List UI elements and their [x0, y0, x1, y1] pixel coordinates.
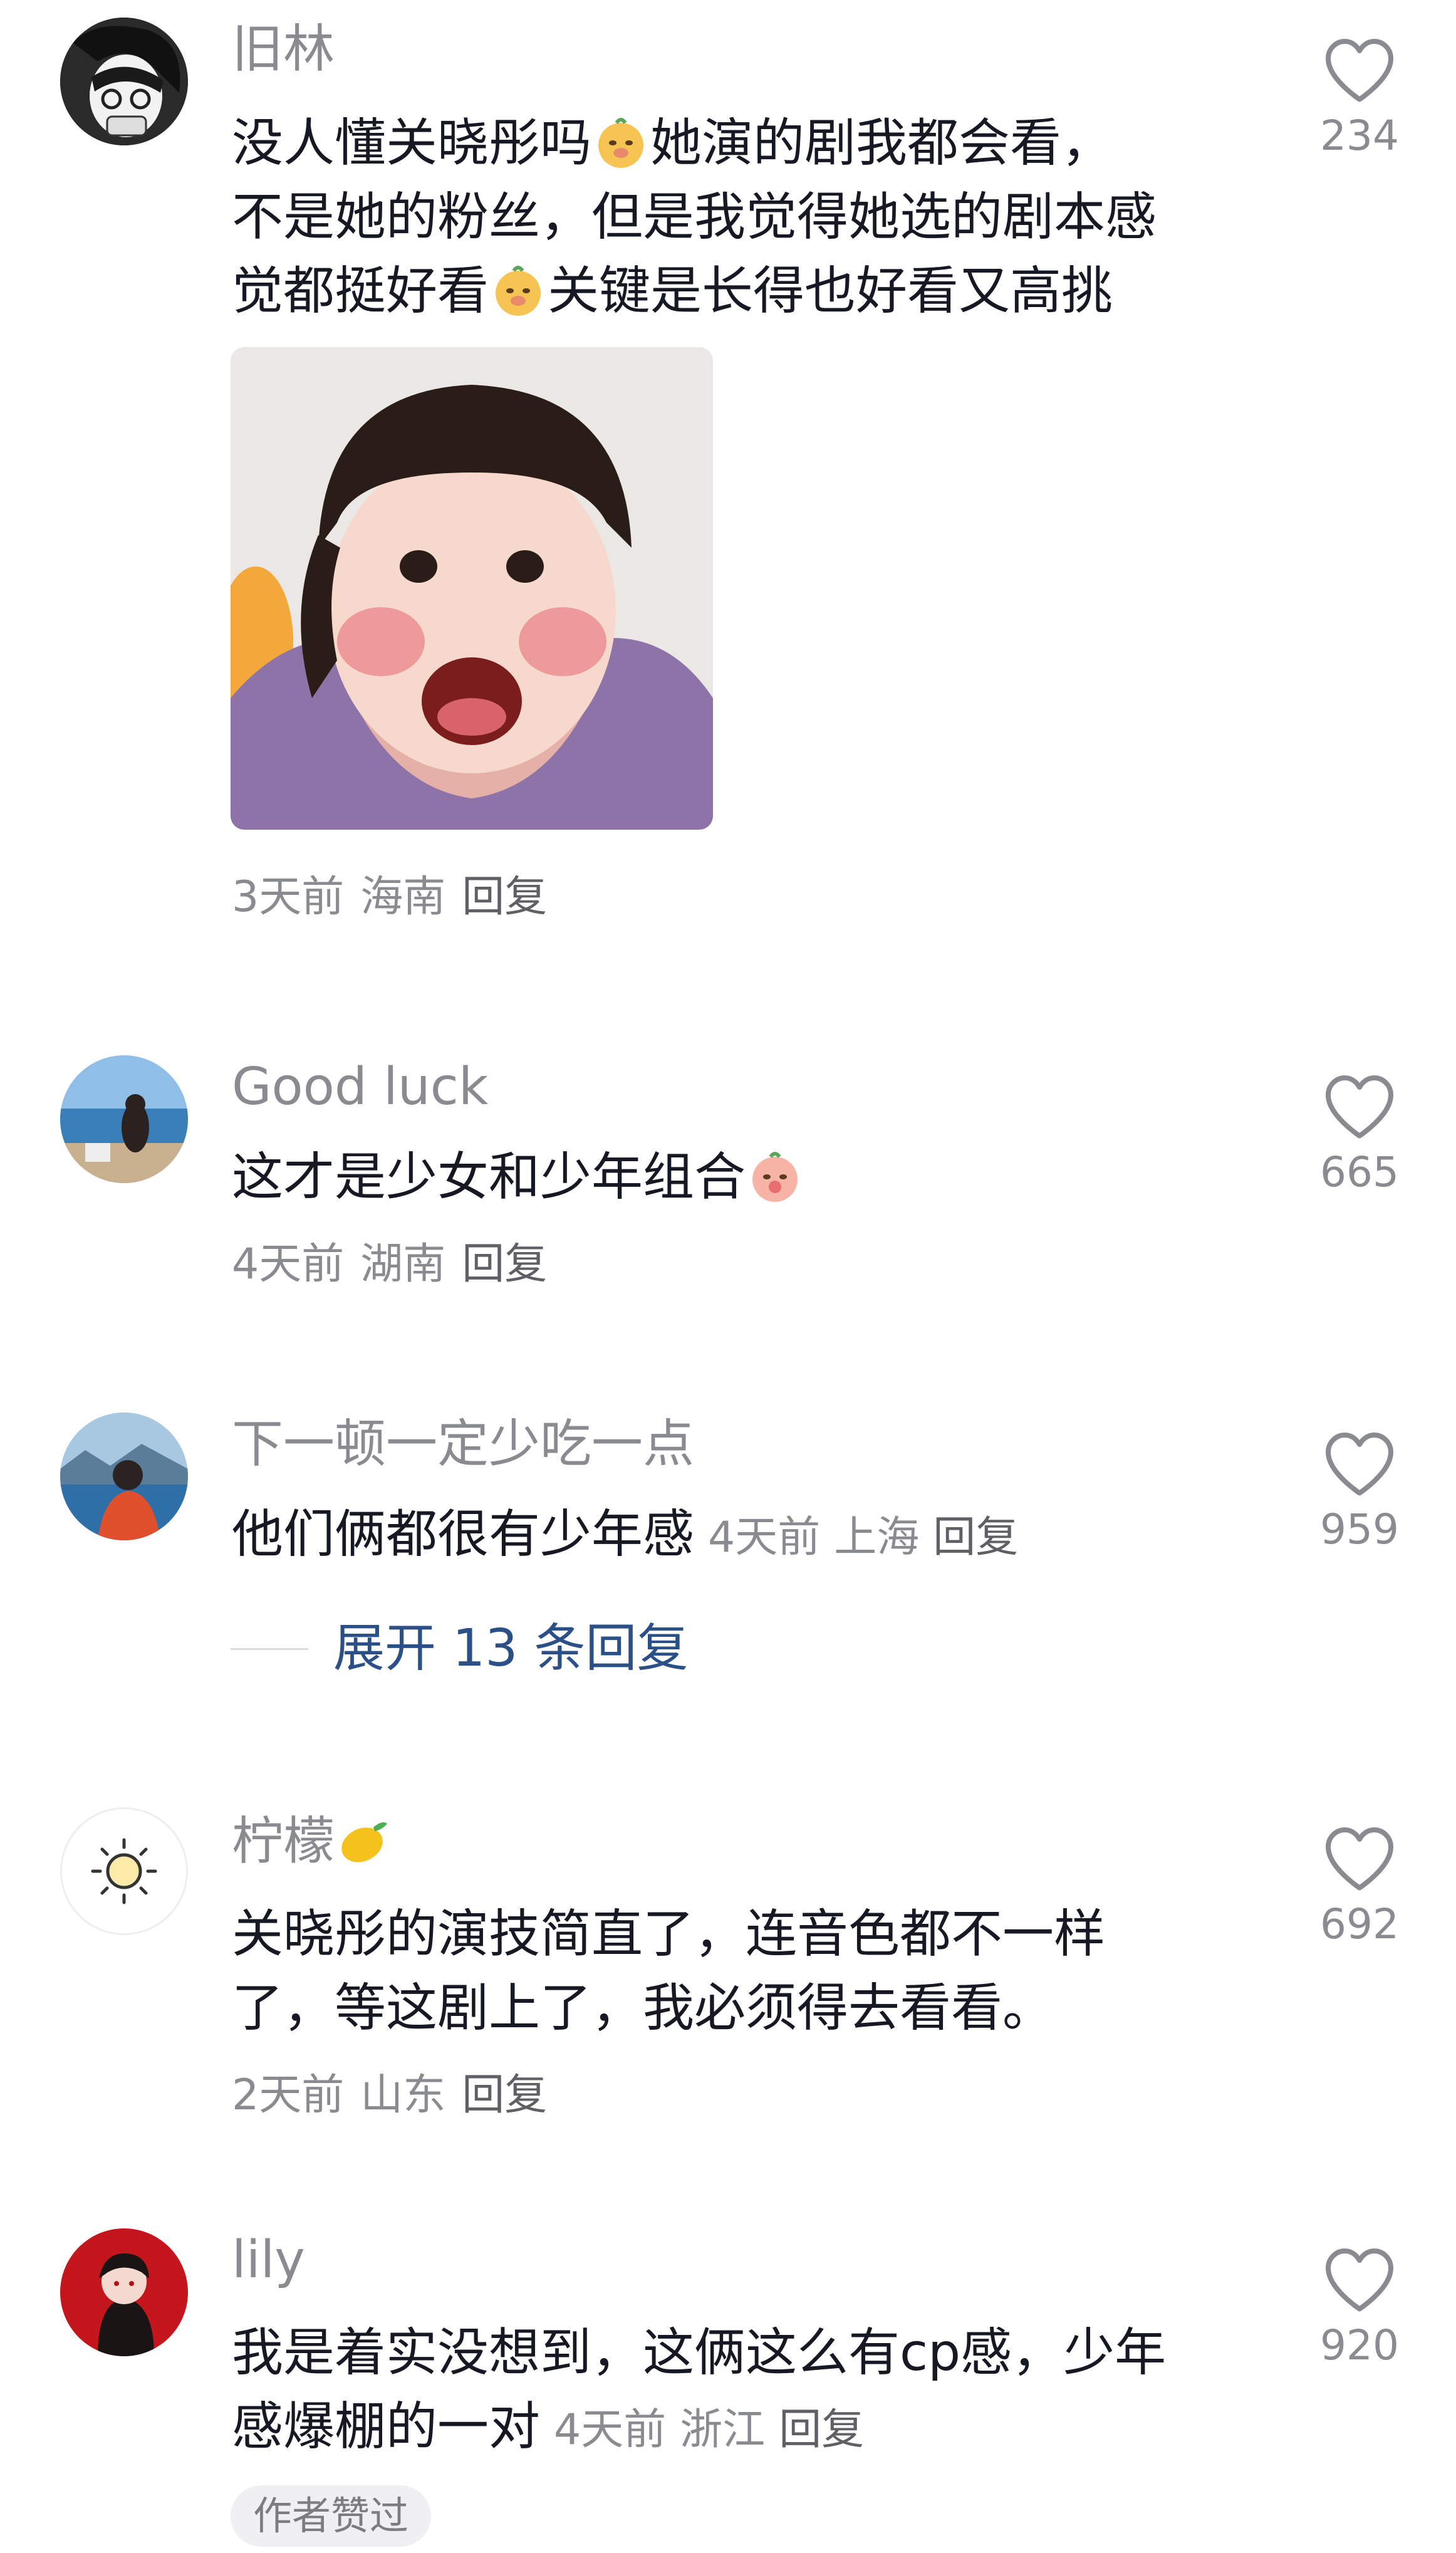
heart-outline-icon	[1326, 1075, 1393, 1139]
like-button[interactable]: 959	[1309, 1429, 1410, 1550]
comment-username[interactable]: 下一顿一定少吃一点	[232, 1419, 694, 1470]
comment-location: 海南	[360, 872, 446, 922]
comment-location: 湖南	[360, 1240, 446, 1289]
smirk-pig-emoji-icon	[594, 115, 648, 169]
avatar-manga-face-image	[60, 18, 188, 145]
like-count: 665	[1320, 1148, 1399, 1196]
heart-outline-icon	[1326, 2248, 1393, 2312]
like-count: 234	[1320, 112, 1399, 160]
avatar[interactable]	[60, 1412, 188, 1540]
avatar[interactable]	[60, 1055, 188, 1183]
like-count: 920	[1320, 2321, 1399, 2369]
comment-text: 关晓彤的演技简直了，连音色都不一样 了，等这剧上了，我必须得去看看。	[232, 1904, 1106, 2038]
comment-image[interactable]	[231, 347, 713, 830]
toddler-photo-image	[231, 347, 713, 830]
author-liked-badge: 作者赞过	[231, 2485, 432, 2547]
comment-username[interactable]: Good luck	[232, 1062, 488, 1113]
sun-icon	[91, 1838, 157, 1904]
reply-button[interactable]: 回复	[462, 1240, 547, 1289]
heart-outline-icon	[1326, 1433, 1393, 1496]
comment-text: 没人懂关晓彤吗 她演的剧我都会看， 不是她的粉丝，但是我觉得她选的剧本感 觉都挺好…	[232, 113, 1157, 321]
comment-time: 4天前	[554, 2405, 667, 2455]
comment-time: 2天前	[232, 2070, 345, 2120]
expand-replies-label[interactable]: 展开 13 条回复	[333, 1623, 688, 1674]
comment-location: 山东	[360, 2070, 446, 2120]
smirk-pig-emoji-icon	[491, 263, 545, 317]
avatar[interactable]	[60, 18, 188, 145]
like-button[interactable]: 920	[1309, 2245, 1410, 2366]
avatar[interactable]	[60, 2228, 188, 2356]
like-button[interactable]: 665	[1309, 1072, 1410, 1193]
comment-text: 这才是少女和少年组合	[232, 1141, 1410, 1214]
comment-text: 他们俩都很有少年感 4天前 上海 回复	[232, 1505, 1019, 1564]
comment-meta: 4天前 湖南 回复	[232, 1243, 547, 1286]
expand-replies[interactable]: 展开 13 条回复	[231, 1623, 688, 1674]
like-count: 959	[1320, 1505, 1399, 1553]
avatar-beach-image	[60, 1055, 188, 1183]
comment-meta: 2天前 山东 回复	[232, 2074, 547, 2117]
reply-button[interactable]: 回复	[933, 1513, 1018, 1562]
avatar[interactable]	[60, 1807, 188, 1935]
expand-divider	[231, 1647, 308, 1650]
reply-button[interactable]: 回复	[462, 872, 547, 922]
comment-text: 我是着实没想到，这俩这么有cp感，少年 感爆棚的一对 4天前 浙江 回复	[232, 2323, 1167, 2456]
like-button[interactable]: 234	[1309, 35, 1410, 157]
avatar-lake-person-image	[60, 1412, 188, 1540]
like-button[interactable]: 692	[1309, 1824, 1410, 1945]
lemon-emoji-icon	[337, 1814, 391, 1867]
comment-username[interactable]: 柠檬	[232, 1814, 393, 1867]
like-count: 692	[1320, 1900, 1399, 1948]
comment-time: 3天前	[232, 872, 345, 922]
comment-meta: 3天前 海南 回复	[232, 876, 547, 919]
comment-time: 4天前	[708, 1513, 821, 1562]
avatar-anime-red-image	[60, 2228, 188, 2356]
comment-location: 浙江	[680, 2405, 766, 2455]
comment-time: 4天前	[232, 1240, 345, 1289]
reply-button[interactable]: 回复	[462, 2070, 547, 2120]
reply-button[interactable]: 回复	[779, 2405, 864, 2455]
heart-outline-icon	[1326, 39, 1393, 102]
heart-outline-icon	[1326, 1827, 1393, 1891]
comment-username[interactable]: lily	[232, 2235, 305, 2286]
comment-username[interactable]: 旧林	[232, 24, 335, 75]
comment-location: 上海	[834, 1513, 920, 1562]
shy-peach-emoji-icon	[748, 1149, 802, 1203]
